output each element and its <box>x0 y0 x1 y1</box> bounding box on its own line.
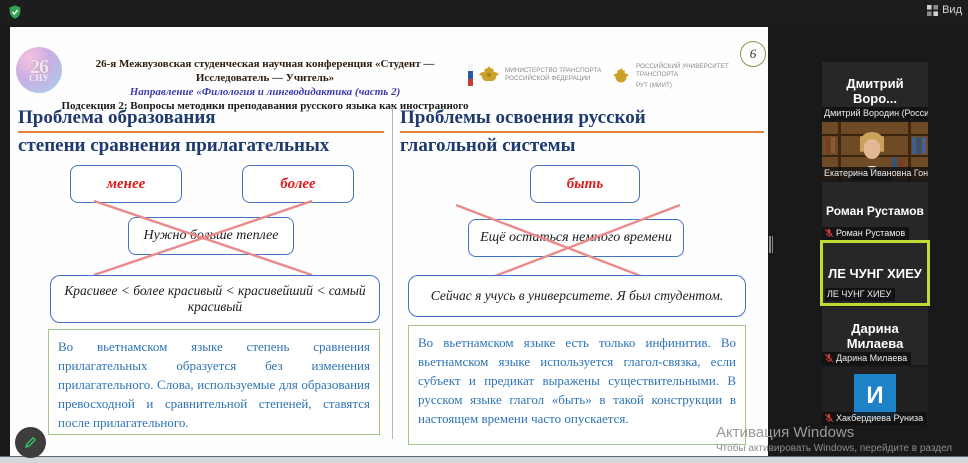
sidebar-resize-handle[interactable] <box>768 236 774 253</box>
right-correct-example-box: Сейчас я учусь в университете. Я был сту… <box>408 275 746 317</box>
gallery-view-icon <box>927 4 939 16</box>
left-wrong-example-text: Нужно больше теплее <box>143 228 279 243</box>
column-divider <box>392 107 393 439</box>
pencil-icon <box>24 436 37 449</box>
right-title-line1: Проблемы освоения русской <box>400 105 764 133</box>
annotate-pencil-button[interactable] <box>15 427 46 458</box>
russian-flag-icon <box>468 64 473 86</box>
mic-muted-icon <box>824 413 834 423</box>
university-emblem-icon <box>613 67 629 82</box>
conference-title: 26-я Межвузовская студенческая научная к… <box>95 58 435 84</box>
participant-name: ЛЕ ЧУНГ ХИЕУ <box>828 265 922 281</box>
left-comparison-box: Красивее < более красивый < красивейший … <box>50 275 380 323</box>
mic-muted-icon <box>824 353 834 363</box>
ministry-name-line1: МИНИСТЕРСТВО ТРАНСПОРТА <box>505 67 602 74</box>
participant-tile[interactable]: Дмитрий Воро... Дмитрий Вородин (Росси..… <box>822 62 928 120</box>
right-correct-example-text: Сейчас я учусь в университете. Я был сту… <box>430 288 724 303</box>
right-note-text: Во вьетнамском языке есть только инфинит… <box>418 335 736 426</box>
participant-tile[interactable]: И Хакбердиева Руниза <box>822 367 928 425</box>
participant-tile[interactable]: Роман Рустамов Роман Рустамов <box>822 182 928 240</box>
participant-label: ЛЕ ЧУНГ ХИЕУ <box>827 289 892 299</box>
participant-label: Хакбердиева Руниза <box>836 413 924 423</box>
left-comparison-text: Красивее < более красивый < красивейший … <box>64 283 366 314</box>
university-name-line2: ТРАНСПОРТА <box>636 71 679 78</box>
shared-slide: 26 СИУ 26-я Межвузовская студенческая на… <box>10 27 768 457</box>
left-wrong-example-box: Нужно больше теплее <box>128 217 294 255</box>
view-button[interactable]: Вид <box>927 4 962 16</box>
chip-menee-label: менее <box>106 175 146 192</box>
participant-label: Дмитрий Вородин (Росси... <box>824 108 928 118</box>
conference-logo: 26 СИУ <box>16 47 62 93</box>
meeting-topbar: Вид <box>0 0 968 25</box>
left-title-line1: Проблема образования <box>18 105 384 133</box>
university-name-line1: РОССИЙСКИЙ УНИВЕРСИТЕТ <box>636 63 729 70</box>
left-title-line2: степени сравнения прилагательных <box>18 135 330 156</box>
participant-name: Дарина Милаева <box>846 321 904 351</box>
right-note-box: Во вьетнамском языке есть только инфинит… <box>408 325 746 445</box>
right-title-line2: глагольной системы <box>400 135 576 156</box>
ministry-name-line2: РОССИЙСКОЙ ФЕДЕРАЦИИ <box>505 75 591 82</box>
chip-menee: менее <box>70 165 182 203</box>
mic-muted-icon <box>824 228 834 238</box>
chip-byt-label: быть <box>566 175 604 192</box>
participant-name: Роман Рустамов <box>826 204 924 218</box>
right-column-title: Проблемы освоения русской глагольной сис… <box>400 105 764 158</box>
chip-byt: быть <box>530 165 640 203</box>
participant-name: Дмитрий Воро... <box>846 76 904 106</box>
participant-label: Дарина Милаева <box>836 353 908 363</box>
right-wrong-example-box: Ещё остаться немного времени <box>468 219 684 257</box>
view-button-label: Вид <box>942 4 962 16</box>
right-wrong-example-text: Ещё остаться немного времени <box>480 230 672 245</box>
conference-track: Направление «Филология и лингводидактика… <box>129 86 401 98</box>
left-column-title: Проблема образования степени сравнения п… <box>18 105 384 158</box>
taskbar-edge <box>0 456 968 463</box>
meeting-window: Вид 26 СИУ 26-я Межвузовская студенческа… <box>0 0 968 463</box>
participant-label: Екатерина Ивановна Гон... <box>824 168 928 178</box>
conference-logo-acronym: СИУ <box>28 73 50 83</box>
slide-page-number: 6 <box>740 41 766 67</box>
participant-label: Роман Рустамов <box>836 228 906 238</box>
chip-bolee-label: более <box>280 175 316 192</box>
chip-bolee: более <box>242 165 354 203</box>
participant-tile[interactable]: Дарина Милаева Дарина Милаева <box>822 307 928 365</box>
participant-tile[interactable]: Екатерина Ивановна Гон... <box>822 122 928 180</box>
participant-tile-active-speaker[interactable]: ЛЕ ЧУНГ ХИЕУ ЛЕ ЧУНГ ХИЕУ <box>820 240 930 306</box>
university-abbreviation: РУТ (МИИТ) <box>636 82 672 89</box>
left-note-box: Во вьетнамском языке степень сравнения п… <box>48 329 380 435</box>
ministry-logo: МИНИСТЕРСТВО ТРАНСПОРТА РОССИЙСКОЙ ФЕДЕР… <box>468 63 601 87</box>
left-note-text: Во вьетнамском языке степень сравнения п… <box>58 339 370 430</box>
university-logo: РОССИЙСКИЙ УНИВЕРСИТЕТ ТРАНСПОРТА РУТ (М… <box>610 63 729 90</box>
eagle-emblem-icon <box>479 66 499 81</box>
security-shield-icon[interactable] <box>7 4 23 20</box>
